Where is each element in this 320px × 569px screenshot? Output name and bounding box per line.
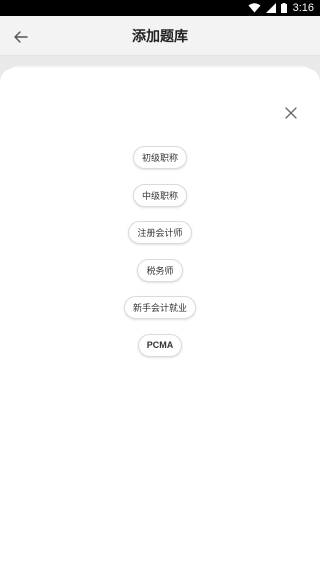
status-bar: 3:16 — [0, 0, 320, 16]
wifi-icon — [248, 3, 261, 13]
back-button[interactable] — [10, 26, 32, 48]
option-intermediate-title[interactable]: 中级职称 — [132, 183, 187, 207]
option-list: 初级职称 中级职称 注册会计师 税务师 新手会计就业 PCMA — [0, 146, 320, 371]
arrow-left-icon — [14, 31, 28, 43]
option-tax-advisor[interactable]: 税务师 — [137, 258, 183, 282]
status-time: 3:16 — [292, 2, 314, 14]
option-cpa[interactable]: 注册会计师 — [128, 221, 192, 244]
close-button[interactable] — [282, 104, 300, 122]
close-icon — [285, 107, 297, 119]
app-bar: 添加题库 — [0, 16, 320, 56]
option-junior-title[interactable]: 初级职称 — [132, 146, 187, 169]
option-new-accountant-jobs[interactable]: 新手会计就业 — [123, 296, 196, 319]
option-pcma[interactable]: PCMA — [137, 333, 183, 357]
category-sheet: 初级职称 中级职称 注册会计师 税务师 新手会计就业 PCMA — [0, 68, 320, 569]
page-title: 添加题库 — [132, 28, 188, 45]
signal-icon — [265, 3, 276, 13]
battery-icon — [280, 3, 287, 13]
